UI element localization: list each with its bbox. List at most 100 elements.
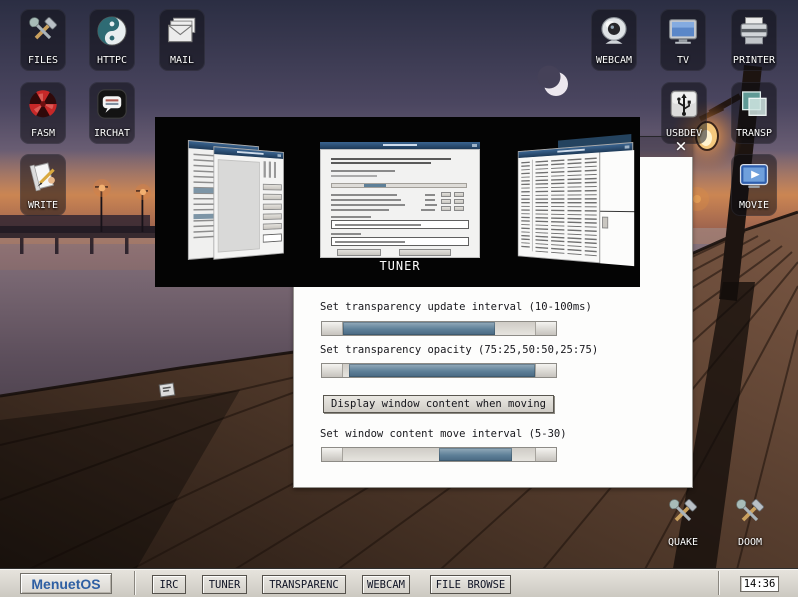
icon-label: IRCHAT [93,128,131,139]
menuetos-start-button[interactable]: MenuetOS [20,573,112,594]
slider-left-arrow[interactable] [322,448,343,461]
taskbar-separator [718,571,719,595]
desktop-icon-files[interactable]: FILES [20,9,66,71]
icon-label: TV [676,55,690,66]
tv-icon [668,19,698,44]
preview-text-lines [567,158,582,256]
task-button-webcam[interactable]: WEBCAM [362,575,410,594]
desktop-icon-tv[interactable]: TV [660,9,706,71]
display-content-when-moving-button[interactable]: Display window content when moving [323,395,554,413]
icon-label: FILES [27,55,59,66]
preview-tilt-wrapper [186,134,285,269]
yinyang-icon [97,16,127,46]
preview-filebrowser-window [517,141,635,267]
task-button-irc[interactable]: IRC [152,575,186,594]
movie-player-icon [739,164,769,188]
update-interval-slider[interactable] [321,321,557,336]
slider-right-arrow[interactable] [535,364,556,377]
task-button-file-browse[interactable]: FILE BROWSE [430,575,511,594]
icon-label: FASM [30,128,56,139]
usb-icon [670,90,698,118]
tuner-preview-content [320,149,480,258]
selected-app-label: TUNER [379,259,421,273]
preview-button [262,203,282,211]
slider-left-arrow[interactable] [322,364,343,377]
desktop-icon-write[interactable]: WRITE [20,154,66,216]
preview-text-lines [551,159,565,254]
opacity-label: Set transparency opacity (75:25,50:50,25… [320,344,599,356]
chat-bubble-icon [97,89,127,119]
taskbar-separator [134,571,135,595]
preview-button [262,193,282,201]
icon-label: PRINTER [732,55,776,66]
scroll-pen-icon [29,162,55,192]
overlap-squares-icon [742,91,767,116]
slider-track[interactable] [343,364,535,377]
slider-track[interactable] [343,322,535,335]
icon-label: WRITE [27,200,59,211]
icon-label: TRANSP [735,128,773,139]
preview-vslider [268,161,271,178]
taskbar: MenuetOS IRC TUNER TRANSPARENC WEBCAM FI… [0,568,798,597]
move-interval-label: Set window content move interval (5-30) [320,428,567,440]
preview-tilt-wrapper [517,134,637,271]
printer-icon [740,17,768,45]
preview-text-lines [535,160,549,253]
slider-fill [343,322,495,335]
desktop-icon-movie[interactable]: MOVIE [731,154,777,216]
menuetos-desktop: FILES HTTPC MAIL WEBCAM TV PRINTER FASM … [0,0,798,597]
slider-left-arrow[interactable] [322,322,343,335]
window-preview-left[interactable] [185,135,307,267]
window-preview-right[interactable] [492,134,638,271]
move-interval-slider[interactable] [321,447,557,462]
opacity-slider[interactable] [321,363,557,378]
hammer-wrench-icon [29,17,57,40]
desktop-icon-webcam[interactable]: WEBCAM [591,9,637,71]
close-icon[interactable]: × [672,136,690,157]
slider-right-arrow[interactable] [535,322,556,335]
hammer-wrench-icon [669,499,697,522]
slider-fill [439,448,512,461]
preview-text-lines [584,157,597,257]
desktop-icon-httpc[interactable]: HTTPC [89,9,135,71]
preview-vslider [263,161,266,178]
desktop-icon-transp[interactable]: TRANSP [731,82,777,144]
window-preview-selected-tuner[interactable] [320,142,480,258]
icon-label: HTTPC [96,55,128,66]
slider-track[interactable] [343,448,535,461]
preview-slider [331,183,467,188]
taskbar-clock: 14:36 [740,576,779,592]
preview-side-panel [599,150,635,267]
icon-label: WEBCAM [595,55,633,66]
icon-label: DOOM [737,537,763,548]
desktop-icon-doom[interactable]: DOOM [727,496,773,550]
preview-button [262,222,282,230]
preview-text-lines [521,161,530,250]
red-fan-icon [29,90,57,118]
preview-titlebar [320,142,480,149]
preview-divider [531,159,533,252]
window-switcher-overlay: TUNER [155,117,640,287]
preview-button [262,183,282,191]
preview-front-window [213,146,284,260]
hammer-wrench-icon [736,499,764,522]
preview-field [262,233,282,243]
desktop-icon-mail[interactable]: MAIL [159,9,205,71]
envelope-icon [167,17,196,43]
desktop-icon-quake[interactable]: QUAKE [660,496,706,550]
slider-right-arrow[interactable] [535,448,556,461]
icon-label: QUAKE [667,537,699,548]
task-button-tuner[interactable]: TUNER [202,575,247,594]
preview-titlebar [214,147,284,159]
task-button-transparenc[interactable]: TRANSPARENC [262,575,346,594]
preview-button [262,213,282,221]
slider-fill [348,364,535,377]
icon-label: MOVIE [738,200,770,211]
update-interval-label: Set transparency update interval (10-100… [320,301,592,313]
desktop-icon-irchat[interactable]: IRCHAT [89,82,135,144]
webcam-icon [601,16,627,44]
desktop-icon-fasm[interactable]: FASM [20,82,66,144]
desktop-icon-printer[interactable]: PRINTER [731,9,777,71]
icon-label: MAIL [169,55,195,66]
preview-canvas-panel [217,159,260,253]
